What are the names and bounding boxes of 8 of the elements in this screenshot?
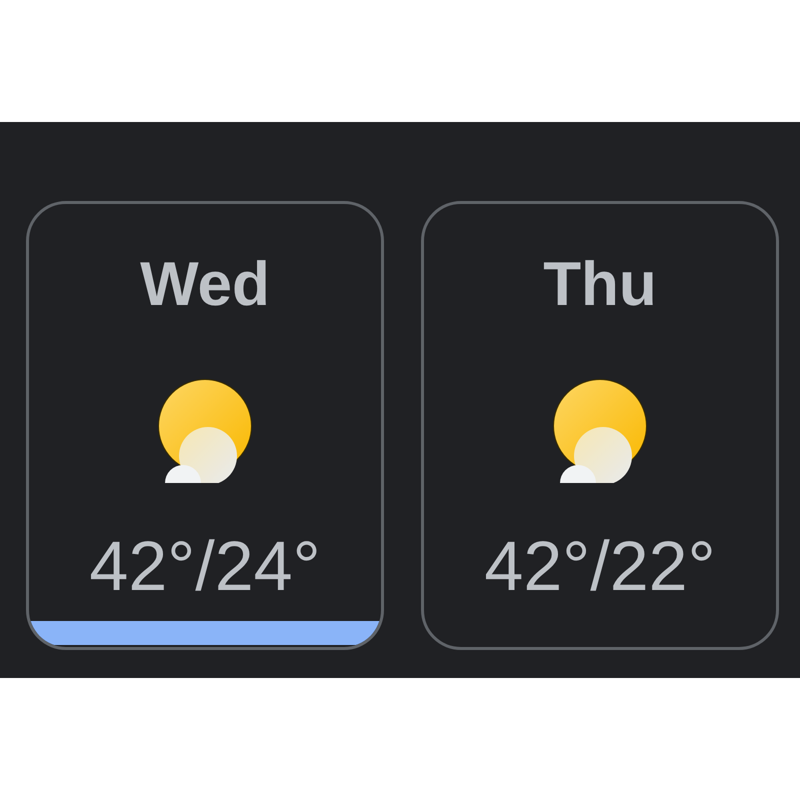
day-card[interactable]: Wed 42°/24°: [26, 201, 384, 650]
temperature-range: 42°/22°: [484, 531, 716, 601]
day-label: Thu: [543, 254, 657, 316]
day-card[interactable]: Thu 42°/22°: [421, 201, 779, 650]
sun-cloud-icon: [552, 378, 648, 484]
day-label: Wed: [140, 254, 270, 316]
temperature-range: 42°/24°: [89, 531, 321, 601]
sun-cloud-icon: [157, 378, 253, 484]
